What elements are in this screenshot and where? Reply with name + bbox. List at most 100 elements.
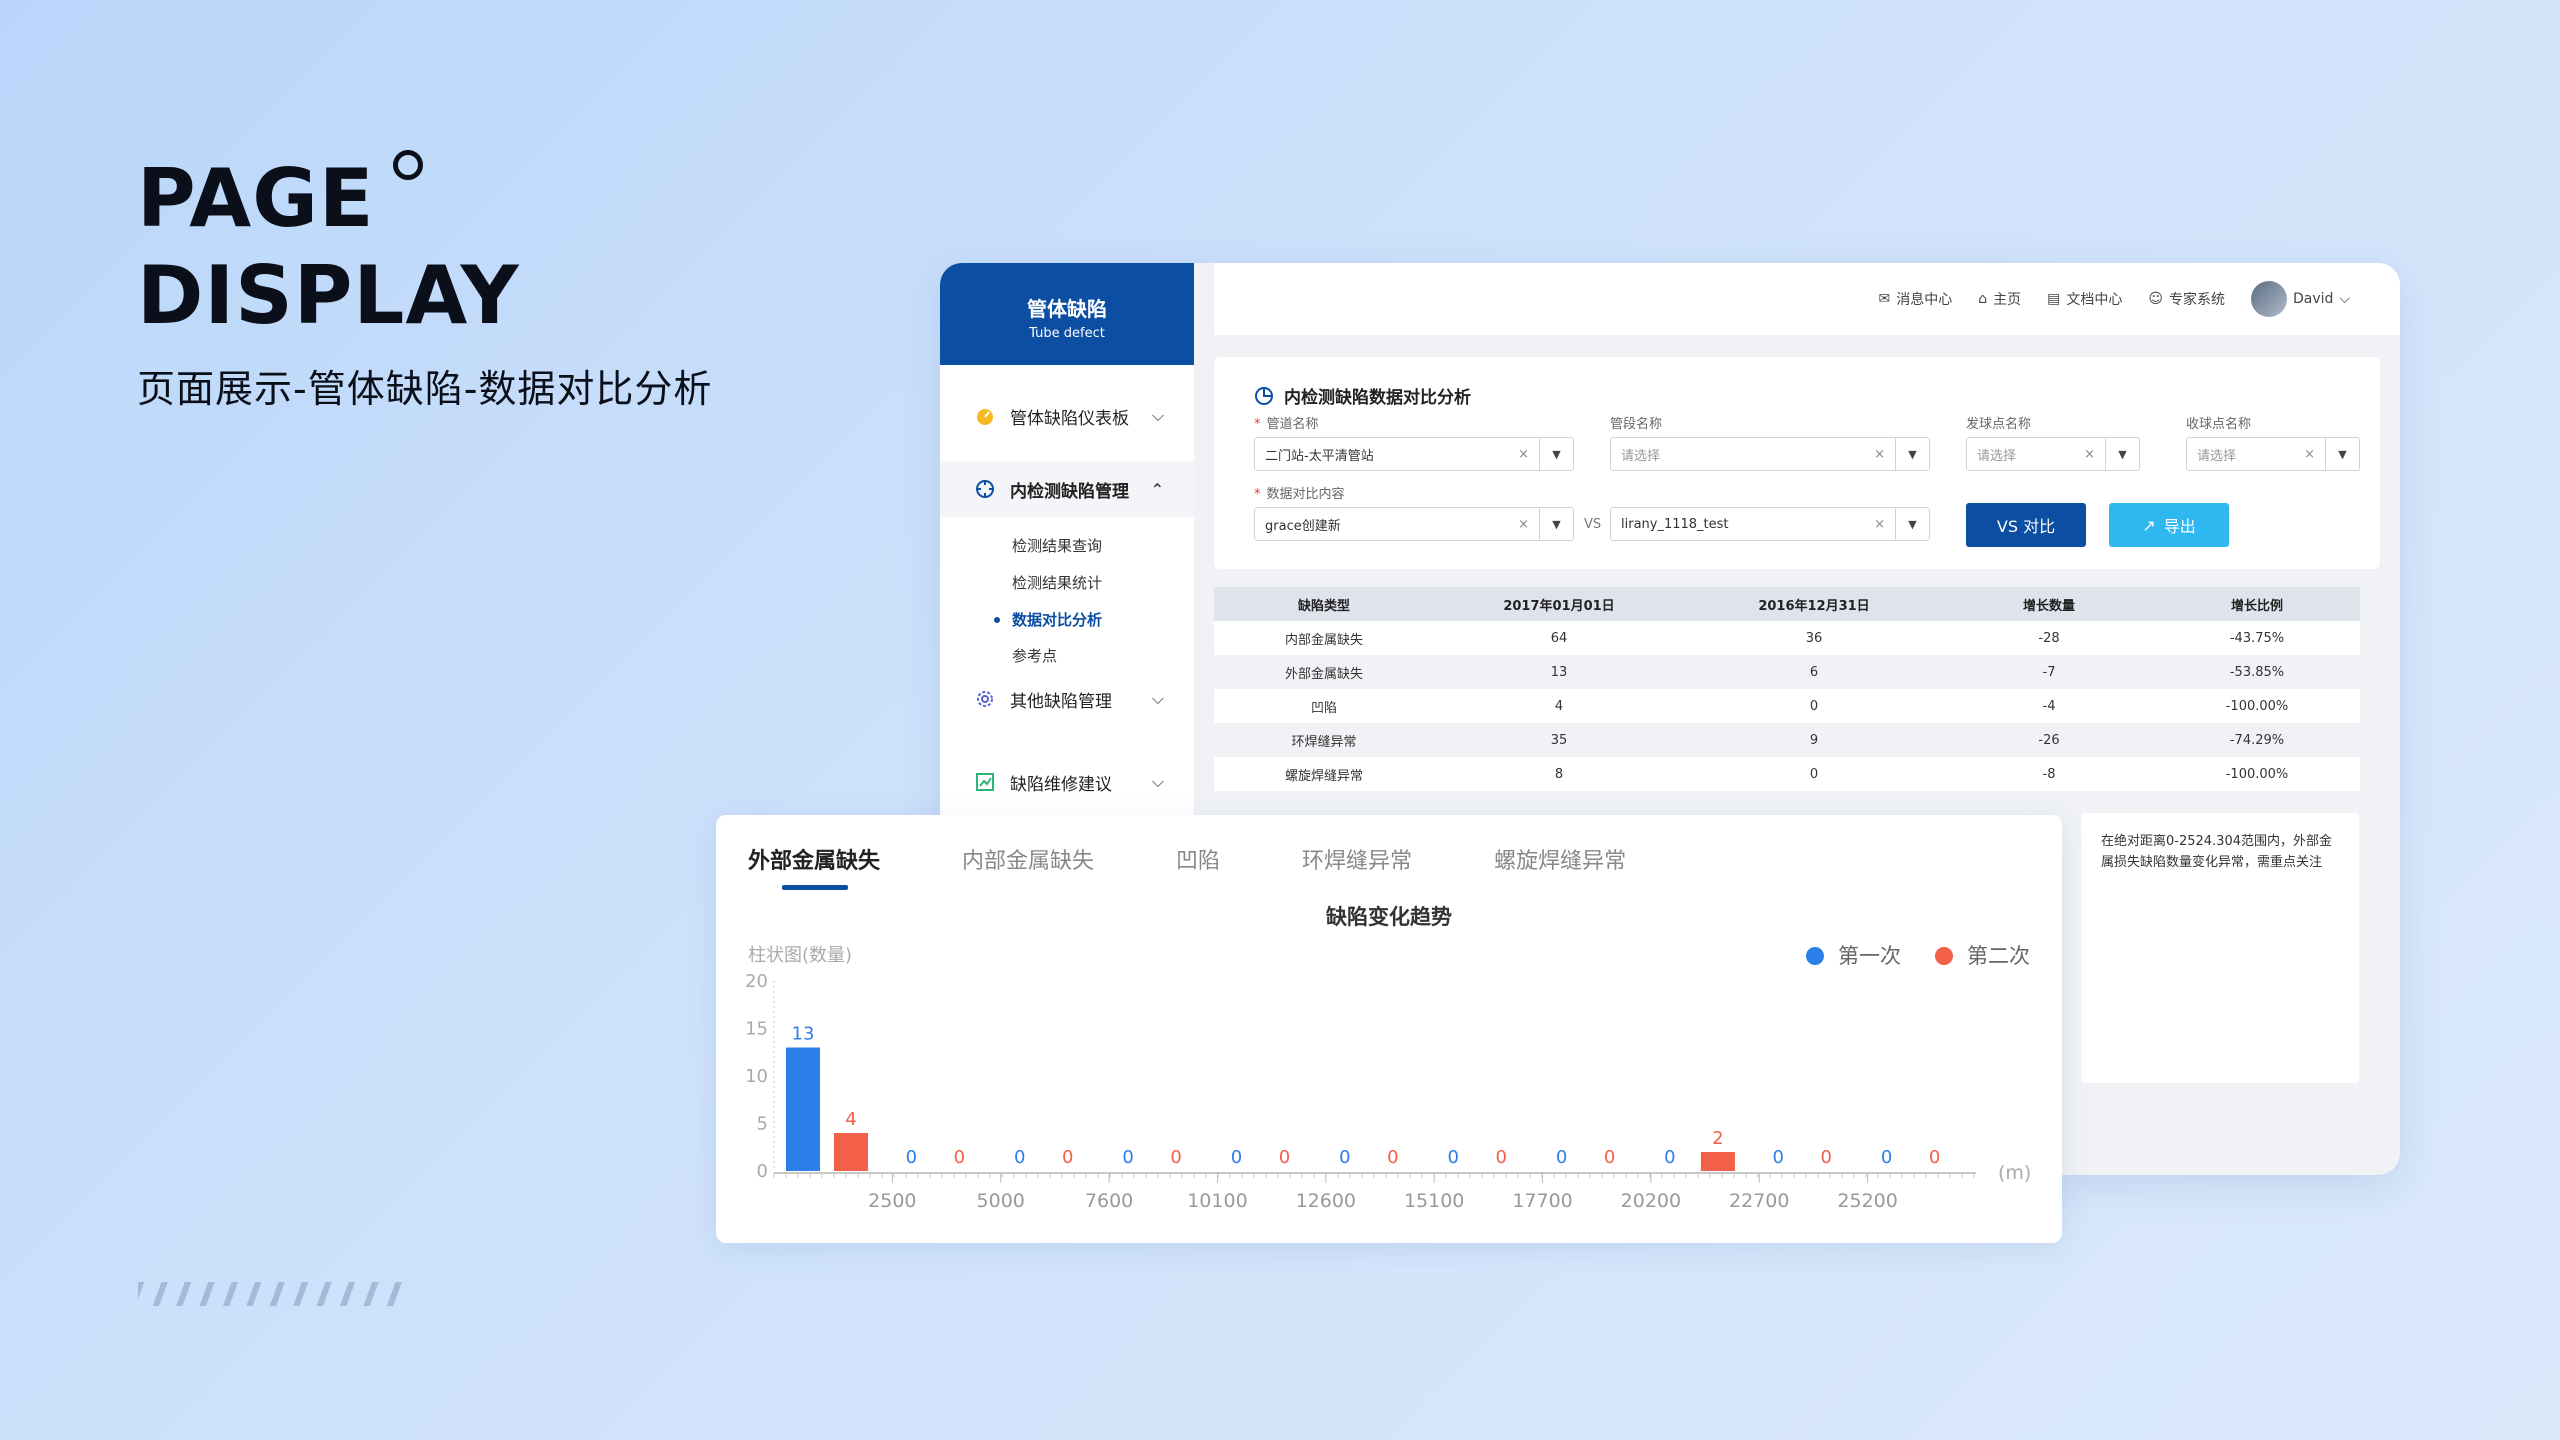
- panel-title: 内检测缺陷数据对比分析: [1254, 383, 1471, 408]
- x-tick-label: 22700: [1729, 1190, 1789, 1212]
- segment-select[interactable]: 请选择 × ▼: [1610, 437, 1930, 471]
- table-cell: 螺旋焊缝异常: [1284, 768, 1363, 784]
- sub-item-query[interactable]: 检测结果查询: [1012, 535, 1102, 556]
- table-cell: 36: [1805, 630, 1823, 646]
- caret-down-icon[interactable]: ▼: [1895, 438, 1929, 470]
- brand-subtitle: Tube defect: [1029, 326, 1105, 341]
- table-cell: 9: [1809, 732, 1819, 748]
- table-cell: 6: [1809, 664, 1819, 680]
- launch-select[interactable]: 请选择 × ▼: [1966, 437, 2140, 471]
- document-icon: ▤: [2047, 291, 2061, 307]
- chevron-down-icon: ⌵: [1151, 689, 1164, 708]
- hero-line-2: DISPLAY: [137, 249, 520, 342]
- left-dataset-select[interactable]: grace创建新 × ▼: [1254, 507, 1574, 541]
- chevron-down-icon: ⌵: [1151, 406, 1164, 425]
- table-row: 内部金属缺失 64 36 -28 -43.75%: [1214, 621, 2360, 655]
- hero-subtitle: 页面展示-管体缺陷-数据对比分析: [137, 367, 713, 411]
- caret-down-icon[interactable]: ▼: [1895, 508, 1929, 540]
- table-cell: 内部金属缺失: [1284, 632, 1363, 648]
- segment-label: 管段名称: [1610, 417, 1663, 432]
- bar-value-label: 0: [1556, 1147, 1567, 1168]
- topbar: ✉ 消息中心 ⌂ 主页 ▤ 文档中心 ☺ 专家系统 David ⌵: [1214, 263, 2400, 335]
- clear-icon[interactable]: ×: [2304, 447, 2315, 462]
- x-tick-label: 2500: [868, 1190, 916, 1212]
- analysis-note: 在绝对距离0-2524.304范围内，外部金属损失缺陷数量变化异常，需重点关注: [2081, 813, 2359, 1083]
- table-cell: 64: [1550, 630, 1568, 646]
- caret-down-icon[interactable]: ▼: [2105, 438, 2139, 470]
- y-tick-label: 0: [757, 1161, 768, 1182]
- sidebar-item-other[interactable]: 其他缺陷管理 ⌵: [940, 671, 1194, 727]
- caret-down-icon[interactable]: ▼: [1539, 438, 1573, 470]
- x-tick-label: 5000: [977, 1190, 1025, 1212]
- comparison-table: 缺陷类型 2017年01月01日 2016年12月31日 增长数量 增长比例 内…: [1214, 587, 2360, 791]
- sub-item-reference[interactable]: 参考点: [1012, 645, 1057, 666]
- pipeline-label: * 管道名称: [1254, 417, 1319, 432]
- topbar-expert[interactable]: ☺ 专家系统: [2148, 289, 2225, 309]
- bar-value-label: 0: [1231, 1147, 1242, 1168]
- clear-icon[interactable]: ×: [1518, 447, 1529, 462]
- column-header: 缺陷类型: [1297, 598, 1350, 614]
- hero-line-1: PAGE: [137, 152, 375, 245]
- x-tick-label: 20200: [1621, 1190, 1681, 1212]
- table-cell: 13: [1550, 664, 1568, 680]
- caret-down-icon[interactable]: ▼: [2325, 438, 2359, 470]
- select-placeholder: 请选择: [2197, 448, 2237, 464]
- table-cell: 0: [1809, 698, 1819, 714]
- caret-down-icon[interactable]: ▼: [1539, 508, 1573, 540]
- sub-item-stats[interactable]: 检测结果统计: [1012, 572, 1102, 593]
- table-cell: -53.85%: [2229, 664, 2285, 680]
- panel-title-text: 内检测缺陷数据对比分析: [1284, 388, 1471, 408]
- right-dataset-select[interactable]: lirany_1118_test × ▼: [1610, 507, 1930, 541]
- select-value: grace创建新: [1265, 518, 1341, 534]
- table-cell: 8: [1554, 766, 1564, 782]
- select-placeholder: 请选择: [1977, 448, 2017, 464]
- select-placeholder: 请选择: [1621, 448, 1661, 464]
- bar-value-label: 13: [792, 1024, 815, 1045]
- table-cell: 环焊缝异常: [1291, 734, 1357, 750]
- chevron-up-icon: ⌃: [1150, 479, 1164, 499]
- table-cell: -8: [2042, 766, 2056, 782]
- sidebar-item-dashboard[interactable]: 管体缺陷仪表板 ⌵: [940, 388, 1194, 444]
- table-row: 外部金属缺失 13 6 -7 -53.85%: [1214, 655, 2360, 689]
- button-label: VS 对比: [1996, 517, 2056, 536]
- sidebar-item-repair[interactable]: 缺陷维修建议 ⌵: [940, 754, 1194, 810]
- topbar-docs[interactable]: ▤ 文档中心: [2047, 289, 2122, 309]
- bar-value-label: 0: [1664, 1147, 1675, 1168]
- target-icon: [974, 478, 996, 500]
- clear-icon[interactable]: ×: [1874, 447, 1885, 462]
- table-cell: -74.29%: [2229, 732, 2285, 748]
- topbar-messages[interactable]: ✉ 消息中心: [1878, 289, 1952, 309]
- select-value: 二门站-太平清管站: [1265, 448, 1374, 464]
- receive-select[interactable]: 请选择 × ▼: [2186, 437, 2360, 471]
- table-cell: 4: [1554, 698, 1564, 714]
- column-header: 2016年12月31日: [1758, 598, 1870, 614]
- x-tick-label: 15100: [1404, 1190, 1464, 1212]
- compare-button[interactable]: VS 对比: [1966, 503, 2086, 547]
- table-cell: -4: [2042, 698, 2056, 714]
- pipeline-select[interactable]: 二门站-太平清管站 × ▼: [1254, 437, 1574, 471]
- export-icon: ↗: [2142, 515, 2156, 535]
- clear-icon[interactable]: ×: [1518, 517, 1529, 532]
- hero-title: PAGE DISPLAY: [137, 150, 520, 344]
- bar-value-label: 0: [1339, 1147, 1350, 1168]
- label-text: 数据对比内容: [1266, 487, 1345, 502]
- ring-icon: [393, 150, 423, 180]
- topbar-home[interactable]: ⌂ 主页: [1978, 289, 2021, 309]
- bar-value-label: 4: [845, 1109, 856, 1130]
- table-cell: 外部金属缺失: [1284, 666, 1363, 682]
- bar-value-label: 0: [1821, 1147, 1832, 1168]
- bar-second: [834, 1133, 868, 1171]
- sidebar-item-inspection[interactable]: 内检测缺陷管理 ⌃: [940, 461, 1194, 517]
- avatar: [2250, 281, 2287, 317]
- user-menu[interactable]: David ⌵: [2250, 281, 2350, 317]
- sub-item-compare[interactable]: 数据对比分析: [1012, 609, 1102, 630]
- table-cell: 0: [1809, 766, 1819, 782]
- chevron-down-icon: ⌵: [1151, 772, 1164, 791]
- column-header: 增长数量: [2022, 598, 2075, 614]
- clear-icon[interactable]: ×: [2084, 447, 2095, 462]
- export-button[interactable]: ↗ 导出: [2109, 503, 2229, 547]
- topbar-label: 专家系统: [2168, 292, 2225, 308]
- table-cell: -43.75%: [2229, 630, 2285, 646]
- clear-icon[interactable]: ×: [1874, 517, 1885, 532]
- user-icon: ☺: [2148, 291, 2163, 307]
